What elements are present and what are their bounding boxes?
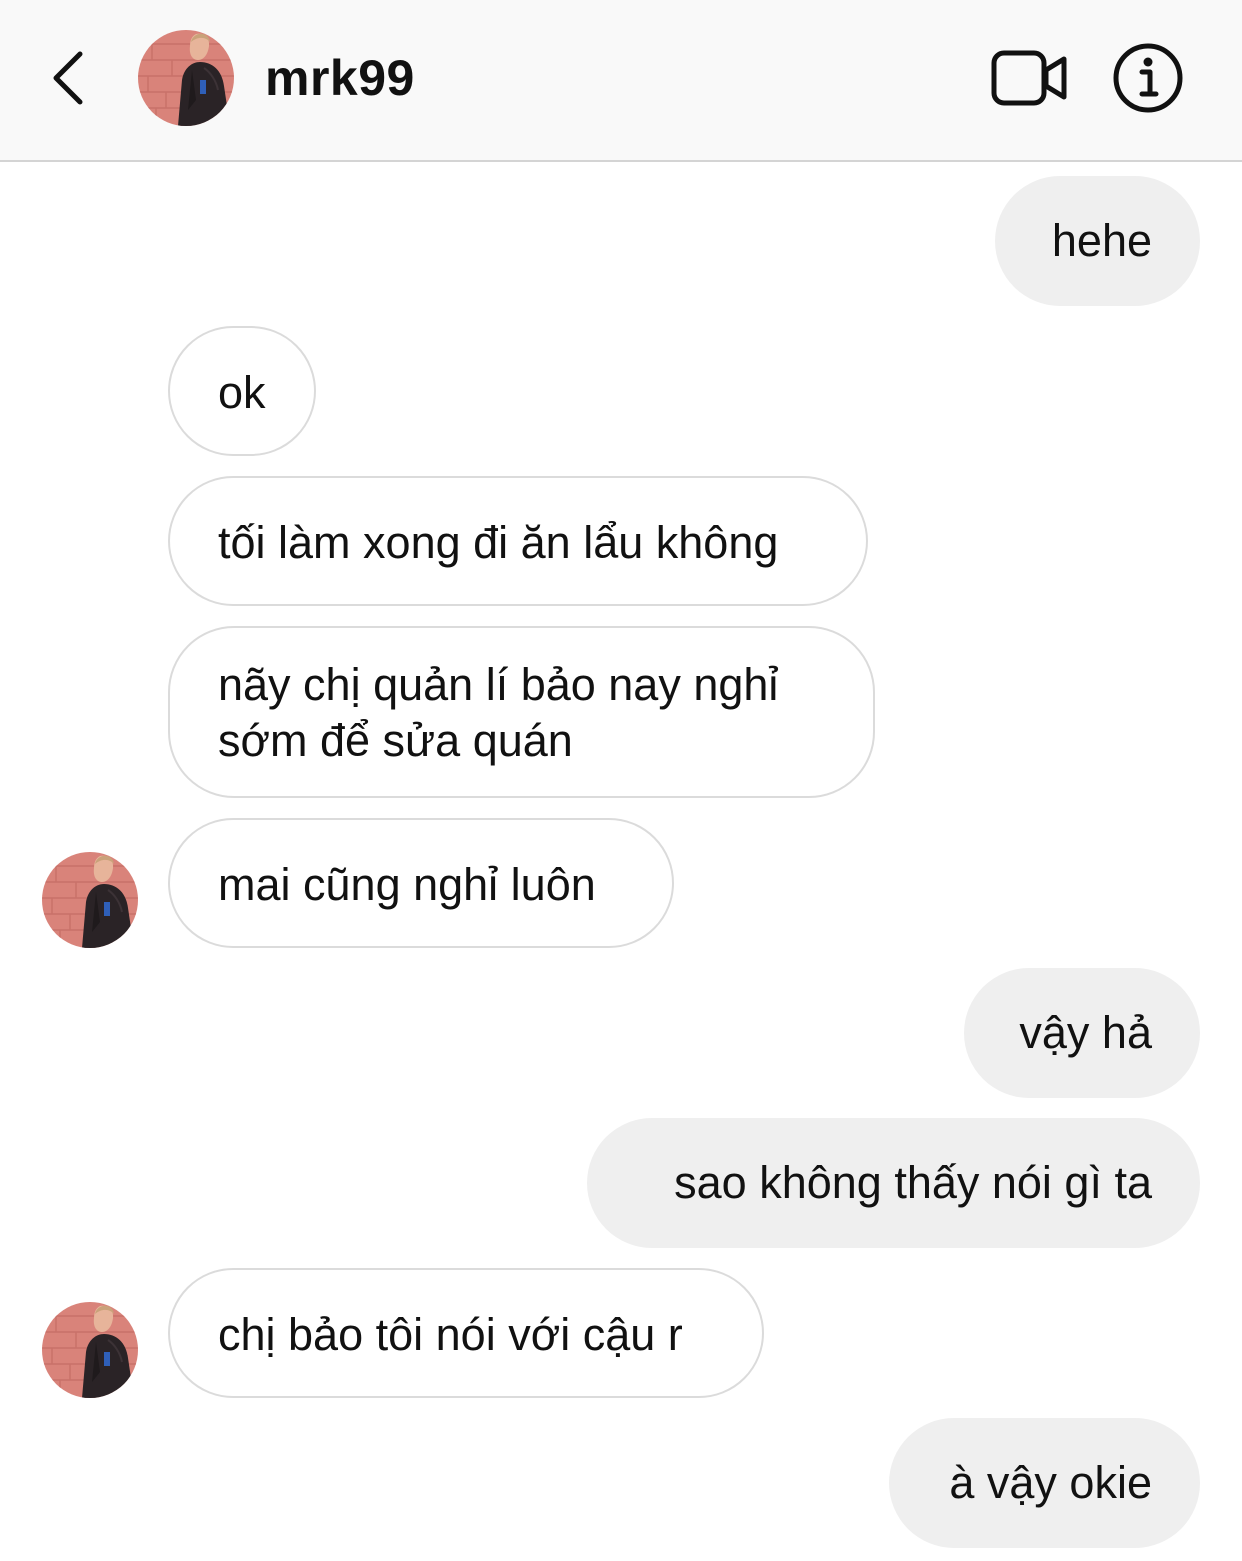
message-bubble-incoming[interactable]: ok — [168, 326, 316, 456]
info-button[interactable] — [1112, 42, 1184, 114]
message-bubble-incoming[interactable]: nãy chị quản lí bảo nay nghỉ sớm để sửa … — [168, 626, 875, 798]
avatar[interactable] — [42, 852, 138, 948]
message-bubble-incoming[interactable]: tối làm xong đi ăn lẩu không — [168, 476, 868, 606]
chat-header: mrk99 — [0, 0, 1242, 162]
message-bubble-outgoing[interactable]: vậy hả — [964, 968, 1200, 1098]
message-bubble-incoming[interactable]: chị bảo tôi nói với cậu r — [168, 1268, 764, 1398]
chevron-left-icon — [53, 51, 83, 105]
message-bubble-incoming[interactable]: mai cũng nghỉ luôn — [168, 818, 674, 948]
username[interactable]: mrk99 — [265, 48, 415, 108]
message-bubble-outgoing[interactable]: hehe — [995, 176, 1200, 306]
avatar[interactable] — [138, 30, 234, 126]
video-camera-icon — [991, 50, 1067, 106]
message-bubble-outgoing[interactable]: à vậy okie — [889, 1418, 1200, 1548]
video-call-button[interactable] — [990, 48, 1070, 108]
back-button[interactable] — [44, 46, 94, 110]
message-bubble-outgoing[interactable]: sao không thấy nói gì ta — [587, 1118, 1200, 1248]
info-icon — [1113, 43, 1183, 113]
avatar[interactable] — [42, 1302, 138, 1398]
